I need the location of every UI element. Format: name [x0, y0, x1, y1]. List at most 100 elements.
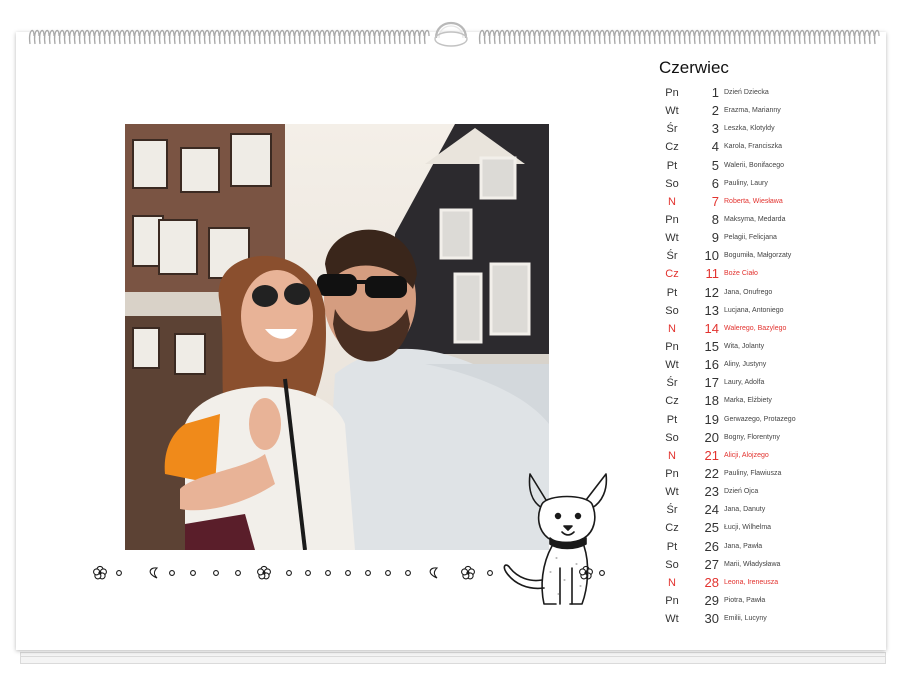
day-number: 2 [711, 103, 719, 119]
calendar-day-row: Wt 9 Pelagii, Felicjana [655, 229, 885, 247]
name-day-text: Maksyma, Medarda [724, 215, 786, 223]
name-day-text: Dzień Ojca [724, 488, 759, 496]
calendar-day-row: Cz 11 Boże Ciało [655, 265, 885, 283]
calendar-day-row: Pt 12 Jana, Onufrego [655, 284, 885, 302]
name-day-text: Wita, Jolanty [724, 342, 765, 350]
weekday-label: Cz [665, 141, 679, 154]
name-day-text: Laury, Adolfa [724, 379, 765, 387]
weekday-label: Pn [665, 467, 679, 480]
name-day-text: Marii, Władysława [724, 560, 781, 568]
calendar-day-row: Wt 23 Dzień Ojca [655, 483, 885, 501]
calendar-day-row: N 28 Leona, Ireneusza [655, 574, 885, 592]
weekday-label: Pn [665, 213, 679, 226]
name-day-text: Leszka, Klotyldy [724, 125, 775, 133]
couple-selfie-photo [125, 124, 549, 550]
day-number: 27 [704, 556, 719, 572]
month-title: Czerwiec [659, 58, 729, 77]
weekday-label: So [665, 558, 679, 571]
day-number: 7 [711, 193, 719, 209]
calendar-day-row: N 7 Roberta, Wiesława [655, 193, 885, 211]
page-stack-edge [20, 656, 886, 664]
weekday-label: Śr [666, 377, 678, 390]
name-day-text: Bogumiła, Małgorzaty [724, 252, 792, 260]
weekday-label: Pn [665, 594, 679, 607]
name-day-text: Pauliny, Laury [724, 179, 768, 187]
calendar-day-row: Cz 18 Marka, Elżbiety [655, 392, 885, 410]
name-day-text: Leona, Ireneusza [724, 578, 779, 586]
weekday-label: Śr [666, 250, 678, 263]
calendar-day-row: Śr 24 Jana, Danuty [655, 501, 885, 519]
weekday-label: Pt [666, 413, 678, 426]
weekday-label: Pt [666, 540, 678, 553]
calendar-day-row: N 21 Alicji, Alojzego [655, 447, 885, 465]
calendar-day-row: Cz 25 Łucji, Wilhelma [655, 519, 885, 537]
calendar-day-row: Cz 4 Karola, Franciszka [655, 138, 885, 156]
calendar-day-row: Śr 3 Leszka, Klotyldy [655, 120, 885, 138]
name-day-text: Lucjana, Antoniego [724, 306, 784, 314]
day-number: 26 [704, 538, 719, 554]
day-number: 23 [704, 484, 719, 500]
calendar-day-row: Pt 26 Jana, Pawła [655, 538, 885, 556]
name-day-text: Bogny, Florentyny [724, 433, 780, 441]
calendar-day-row: Pn 1 Dzień Dziecka [655, 84, 885, 102]
day-number: 12 [704, 284, 719, 300]
name-day-text: Boże Ciało [724, 270, 758, 278]
calendar-day-row: Pn 8 Maksyma, Medarda [655, 211, 885, 229]
day-number: 16 [704, 357, 719, 373]
calendar-day-row: Wt 30 Emilii, Lucyny [655, 610, 885, 628]
weekday-label: Wt [665, 359, 679, 372]
chihuahua-dog-drawing [498, 468, 610, 610]
name-day-text: Jana, Danuty [724, 506, 766, 514]
name-day-text: Erazma, Marianny [724, 107, 781, 115]
weekday-label: N [668, 449, 676, 462]
name-day-text: Walerego, Bazylego [724, 324, 787, 332]
calendar-day-row: So 6 Pauliny, Laury [655, 175, 885, 193]
day-number: 30 [704, 611, 719, 627]
hanger-hook-icon [432, 8, 470, 48]
name-day-text: Roberta, Wiesława [724, 197, 783, 205]
weekday-label: Cz [665, 268, 679, 281]
day-number: 25 [704, 520, 719, 536]
calendar-day-row: Śr 10 Bogumiła, Małgorzaty [655, 247, 885, 265]
calendar-day-row: So 20 Bogny, Florentyny [655, 429, 885, 447]
weekday-label: Wt [665, 105, 679, 118]
weekday-label: So [665, 431, 679, 444]
weekday-label: Cz [665, 395, 679, 408]
day-number: 22 [704, 465, 719, 481]
day-number: 21 [704, 447, 719, 463]
weekday-label: Wt [665, 486, 679, 499]
weekday-label: N [668, 195, 676, 208]
weekday-label: Pn [665, 87, 679, 99]
name-day-text: Gerwazego, Protazego [724, 415, 796, 423]
weekday-label: So [665, 177, 679, 190]
name-day-text: Emilii, Lucyny [724, 615, 767, 623]
name-day-text: Marka, Elżbiety [724, 397, 772, 405]
day-number: 13 [704, 302, 719, 318]
day-number: 9 [711, 230, 719, 246]
name-day-text: Pauliny, Flawiusza [724, 469, 782, 477]
day-list: Pn 1 Dzień Dziecka Wt 2 Erazma, Marianny Śr 3 Le… [655, 84, 885, 628]
day-number: 5 [711, 157, 719, 173]
name-day-text: Łucji, Wilhelma [724, 524, 772, 532]
day-number: 17 [704, 375, 719, 391]
day-number: 15 [704, 338, 719, 354]
day-number: 29 [704, 592, 719, 608]
weekday-label: Śr [666, 504, 678, 517]
calendar-day-row: Wt 16 Aliny, Justyny [655, 356, 885, 374]
calendar-day-row: Wt 2 Erazma, Marianny [655, 102, 885, 120]
weekday-label: Wt [665, 613, 679, 626]
day-number: 14 [704, 320, 719, 336]
calendar-day-row: So 13 Lucjana, Antoniego [655, 302, 885, 320]
name-day-text: Alicji, Alojzego [724, 451, 769, 459]
weekday-label: N [668, 576, 676, 589]
calendar-day-row: N 14 Walerego, Bazylego [655, 320, 885, 338]
day-number: 24 [704, 502, 719, 518]
name-day-text: Jana, Onufrego [724, 288, 773, 296]
calendar-day-row: Pn 22 Pauliny, Flawiusza [655, 465, 885, 483]
weekday-label: Pt [666, 159, 678, 172]
weekday-label: Pt [666, 286, 678, 299]
weekday-label: Pn [665, 340, 679, 353]
name-day-text: Pelagii, Felicjana [724, 234, 777, 242]
weekday-label: So [665, 304, 679, 317]
calendar-day-row: Śr 17 Laury, Adolfa [655, 374, 885, 392]
